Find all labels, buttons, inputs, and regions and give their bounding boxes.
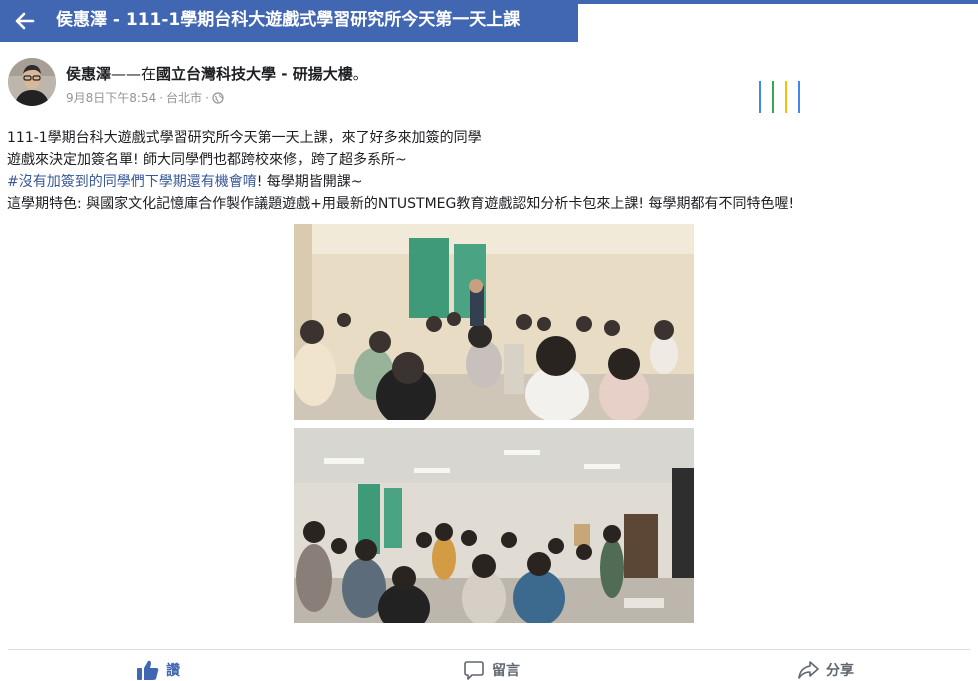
post-place: 台北市 bbox=[166, 91, 203, 105]
page-title: 侯惠澤 - 111-1學期台科大遊戲式學習研究所今天第一天上課 bbox=[56, 10, 521, 30]
post-header: 侯惠澤——在國立台灣科技大學 - 研揚大樓。 9月8日下午8:54 · 台北市 … bbox=[8, 58, 568, 114]
loading-bar bbox=[785, 81, 787, 113]
post-text-line: 111-1學期台科大遊戲式學習研究所今天第一天上課，來了好多來加簽的同學 bbox=[7, 130, 482, 146]
arrow-left-icon bbox=[15, 12, 35, 30]
post-timestamp[interactable]: 9月8日下午8:54 bbox=[66, 89, 156, 106]
post-text-line: 遊戲來決定加簽名單! 師大同學們也都跨校來修，跨了超多系所~ bbox=[7, 152, 407, 168]
share-button[interactable]: 分享 bbox=[797, 660, 854, 680]
globe-icon bbox=[212, 91, 224, 104]
post-meta: 9月8日下午8:54 · 台北市 · bbox=[66, 89, 224, 106]
back-button[interactable] bbox=[8, 4, 42, 38]
post-text-fragment: ! 每學期皆開課~ bbox=[256, 174, 363, 190]
comment-icon bbox=[464, 661, 484, 680]
comment-button[interactable]: 留言 bbox=[463, 660, 520, 680]
author-name[interactable]: 侯惠澤 bbox=[66, 65, 111, 83]
author-line: 侯惠澤——在國立台灣科技大學 - 研揚大樓。 bbox=[66, 63, 368, 84]
loading-bar bbox=[772, 81, 774, 113]
like-button[interactable]: 讚 bbox=[137, 660, 180, 680]
loading-bar bbox=[759, 81, 761, 113]
post-photo[interactable] bbox=[294, 428, 694, 623]
avatar[interactable] bbox=[8, 58, 56, 106]
meta-dot: · bbox=[159, 90, 164, 105]
author-separator: ——在 bbox=[111, 65, 157, 83]
share-label: 分享 bbox=[826, 663, 854, 679]
hashtag-link[interactable]: #沒有加簽到的同學們下學期還有機會唷 bbox=[7, 174, 257, 190]
share-icon bbox=[798, 661, 819, 679]
thumbs-up-icon bbox=[137, 660, 159, 680]
post-text-line: 這學期特色: 與國家文化記憶庫合作製作議題遊戲+用最新的NTUSTMEG教育遊戲… bbox=[7, 196, 795, 212]
post-photo[interactable] bbox=[294, 224, 694, 420]
comment-label: 留言 bbox=[492, 663, 520, 679]
post-text: 111-1學期台科大遊戲式學習研究所今天第一天上課，來了好多來加簽的同學 遊戲來… bbox=[7, 127, 975, 215]
author-suffix: 。 bbox=[352, 65, 368, 83]
post-text-line: #沒有加簽到的同學們下學期還有機會唷! 每學期皆開課~ bbox=[7, 171, 975, 193]
action-divider bbox=[8, 649, 970, 650]
loading-bar bbox=[798, 81, 800, 113]
meta-dot: · bbox=[205, 90, 209, 105]
like-label: 讚 bbox=[166, 663, 180, 679]
location-link[interactable]: 國立台灣科技大學 - 研揚大樓 bbox=[156, 65, 353, 83]
